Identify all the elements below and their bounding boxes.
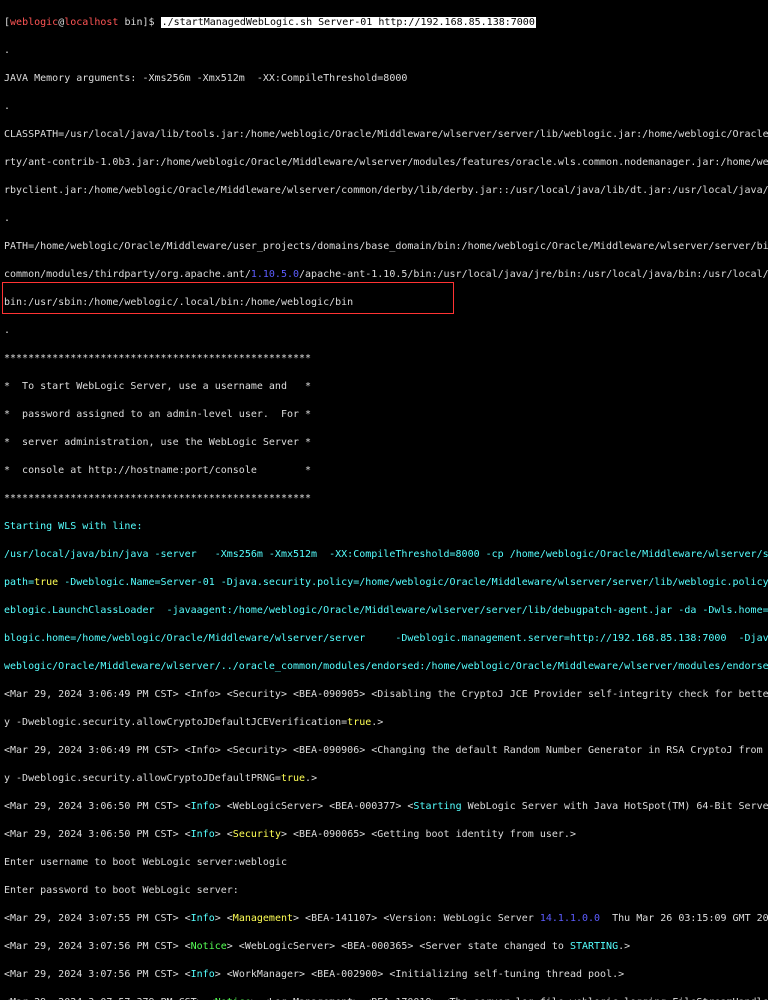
banner-line: * console at http://hostname:port/consol… (4, 464, 768, 478)
log-line: <Mar 29, 2024 3:06:50 PM CST> <Info> <We… (4, 800, 768, 814)
banner-border: ****************************************… (4, 352, 768, 366)
java-memory-args: JAVA Memory arguments: -Xms256m -Xmx512m… (4, 72, 768, 86)
java-command-line: path=true -Dweblogic.Name=Server-01 -Dja… (4, 576, 768, 590)
password-prompt: Enter password to boot WebLogic server: (4, 884, 768, 898)
output-line: . (4, 212, 768, 226)
banner-border: ****************************************… (4, 492, 768, 506)
java-command-line: eblogic.LaunchClassLoader -javaagent:/ho… (4, 604, 768, 618)
terminal-output: [weblogic@localhost bin]$ ./startManaged… (0, 0, 768, 1000)
banner-line: * To start WebLogic Server, use a userna… (4, 380, 768, 394)
log-line: y -Dweblogic.security.allowCryptoJDefaul… (4, 772, 768, 786)
path-line: bin:/usr/sbin:/home/weblogic/.local/bin:… (4, 296, 768, 310)
prompt-host: localhost (64, 17, 118, 28)
classpath-line: CLASSPATH=/usr/local/java/lib/tools.jar:… (4, 128, 768, 142)
log-line: <Mar 29, 2024 3:06:50 PM CST> <Info> <Se… (4, 828, 768, 842)
path-line: common/modules/thirdparty/org.apache.ant… (4, 268, 768, 282)
java-command-line: weblogic/Oracle/Middleware/wlserver/../o… (4, 660, 768, 674)
output-line: . (4, 324, 768, 338)
prompt-dir: bin]$ (118, 17, 160, 28)
prompt-line[interactable]: [weblogic@localhost bin]$ ./startManaged… (4, 16, 768, 30)
starting-wls-header: Starting WLS with line: (4, 520, 768, 534)
log-line: <Mar 29, 2024 3:07:56 PM CST> <Info> <Wo… (4, 968, 768, 982)
path-line: PATH=/home/weblogic/Oracle/Middleware/us… (4, 240, 768, 254)
java-command-line: /usr/local/java/bin/java -server -Xms256… (4, 548, 768, 562)
output-line: . (4, 100, 768, 114)
log-line: <Mar 29, 2024 3:06:49 PM CST> <Info> <Se… (4, 744, 768, 758)
log-line: <Mar 29, 2024 3:07:57,379 PM CST> <Notic… (4, 996, 768, 1000)
log-line: y -Dweblogic.security.allowCryptoJDefaul… (4, 716, 768, 730)
log-line: <Mar 29, 2024 3:07:56 PM CST> <Notice> <… (4, 940, 768, 954)
banner-line: * password assigned to an admin-level us… (4, 408, 768, 422)
username-prompt: Enter username to boot WebLogic server:w… (4, 856, 768, 870)
java-command-line: blogic.home=/home/weblogic/Oracle/Middle… (4, 632, 768, 646)
output-line: . (4, 44, 768, 58)
classpath-line: rbyclient.jar:/home/weblogic/Oracle/Midd… (4, 184, 768, 198)
prompt-user: weblogic (10, 17, 58, 28)
log-line: <Mar 29, 2024 3:07:55 PM CST> <Info> <Ma… (4, 912, 768, 926)
log-line: <Mar 29, 2024 3:06:49 PM CST> <Info> <Se… (4, 688, 768, 702)
classpath-line: rty/ant-contrib-1.0b3.jar:/home/weblogic… (4, 156, 768, 170)
command: ./startManagedWebLogic.sh Server-01 http… (161, 17, 536, 28)
banner-line: * server administration, use the WebLogi… (4, 436, 768, 450)
